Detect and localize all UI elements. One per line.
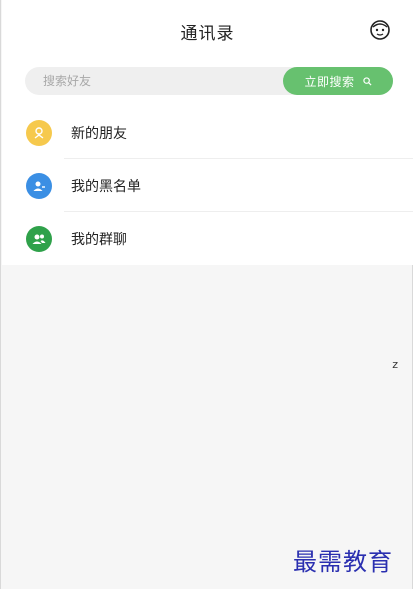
search-icon (362, 76, 372, 86)
face-icon[interactable] (369, 19, 391, 41)
index-letter[interactable]: z (392, 358, 398, 371)
header: 通讯录 (2, 0, 413, 62)
watermark: 最需教育 (293, 548, 393, 576)
new-friend-icon (26, 120, 52, 146)
search-input[interactable] (43, 67, 273, 95)
list-item-label: 我的群聊 (71, 232, 127, 248)
app-screen: 通讯录 立即搜索 (0, 0, 413, 589)
list-item-new-friends[interactable]: 新的朋友 (2, 106, 413, 159)
list-item-group-chats[interactable]: 我的群聊 (2, 212, 413, 265)
search-bar: 立即搜索 (25, 67, 393, 95)
page-title: 通讯录 (180, 24, 235, 44)
list-item-label: 新的朋友 (71, 126, 127, 142)
search-button-label: 立即搜索 (304, 74, 355, 89)
search-button[interactable]: 立即搜索 (283, 67, 393, 95)
blacklist-icon (26, 173, 52, 199)
group-chat-icon (26, 226, 52, 252)
search-section: 立即搜索 (2, 62, 413, 106)
list-item-label: 我的黑名单 (71, 179, 141, 195)
contact-menu-list: 新的朋友 我的黑名单 我的群聊 (2, 106, 413, 265)
list-item-blacklist[interactable]: 我的黑名单 (2, 159, 413, 212)
